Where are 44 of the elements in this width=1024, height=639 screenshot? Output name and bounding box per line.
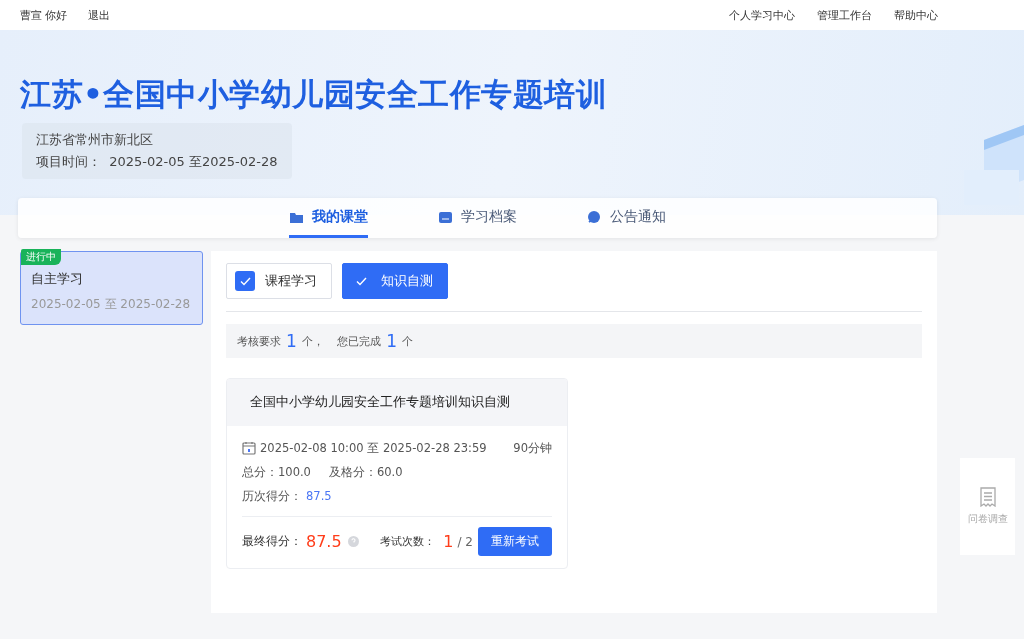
document-icon: [979, 487, 996, 507]
summary-label: 考核要求: [237, 333, 281, 349]
pass-score-text: 及格分：60.0: [328, 464, 403, 480]
done-count: 1: [386, 331, 398, 351]
required-count: 1: [286, 331, 297, 351]
attempts-total: / 2: [457, 534, 473, 549]
unit-text: 个，: [301, 333, 324, 349]
check-icon: [239, 276, 251, 286]
header-link[interactable]: 个人学习中心: [729, 7, 795, 23]
exam-title: 全国中小学幼儿园安全工作专题培训知识自测: [250, 394, 510, 411]
retake-button[interactable]: 重新考试: [478, 527, 552, 556]
check-icon: [355, 276, 367, 286]
nav-tab[interactable]: 公告通知: [587, 198, 666, 238]
module-tab[interactable]: 课程学习: [226, 263, 332, 299]
stage-card[interactable]: 进行中 自主学习 2025-02-05 至 2025-02-28: [20, 251, 203, 325]
attempts-label: 考试次数：: [380, 534, 436, 549]
stage-name: 自主学习: [31, 270, 84, 288]
stage-dates: 2025-02-05 至 2025-02-28: [31, 296, 192, 313]
final-score: 87.5: [306, 532, 342, 551]
summary-label: 您已完成: [337, 333, 382, 349]
status-badge: 进行中: [21, 249, 61, 265]
period-label: 项目时间：: [36, 154, 101, 169]
period-text: 2025-02-05 至2025-02-28: [109, 154, 278, 169]
logout-link[interactable]: 退出: [87, 7, 110, 23]
nav-tab[interactable]: 我的课堂: [289, 198, 368, 238]
final-score-label: 最终得分：: [242, 533, 302, 550]
header-link[interactable]: 管理工作台: [817, 7, 872, 23]
project-title: 江苏•全国中小学幼儿园安全工作专题培训: [20, 75, 608, 114]
nav-tab[interactable]: 学习档案: [438, 198, 517, 238]
chat-bubble-icon: [587, 209, 602, 224]
attempts-used: 1: [443, 532, 454, 551]
calendar-icon: [242, 441, 256, 455]
duration-text: 90分钟: [513, 440, 552, 456]
unit-text: 个: [402, 333, 414, 349]
card-icon: [438, 209, 453, 224]
total-score-text: 总分：100.0: [242, 464, 311, 480]
history-label: 历次得分：: [242, 488, 302, 504]
region-text: 江苏省常州市新北区: [36, 131, 154, 149]
history-score[interactable]: 87.5: [306, 489, 332, 503]
greeting-text: 曹宣 你好: [20, 7, 68, 23]
module-tab[interactable]: 知识自测: [342, 263, 448, 299]
header-link[interactable]: 帮助中心: [894, 7, 938, 23]
exam-time-range: 2025-02-08 10:00 至 2025-02-28 23:59: [260, 440, 487, 456]
help-icon[interactable]: [347, 536, 359, 547]
